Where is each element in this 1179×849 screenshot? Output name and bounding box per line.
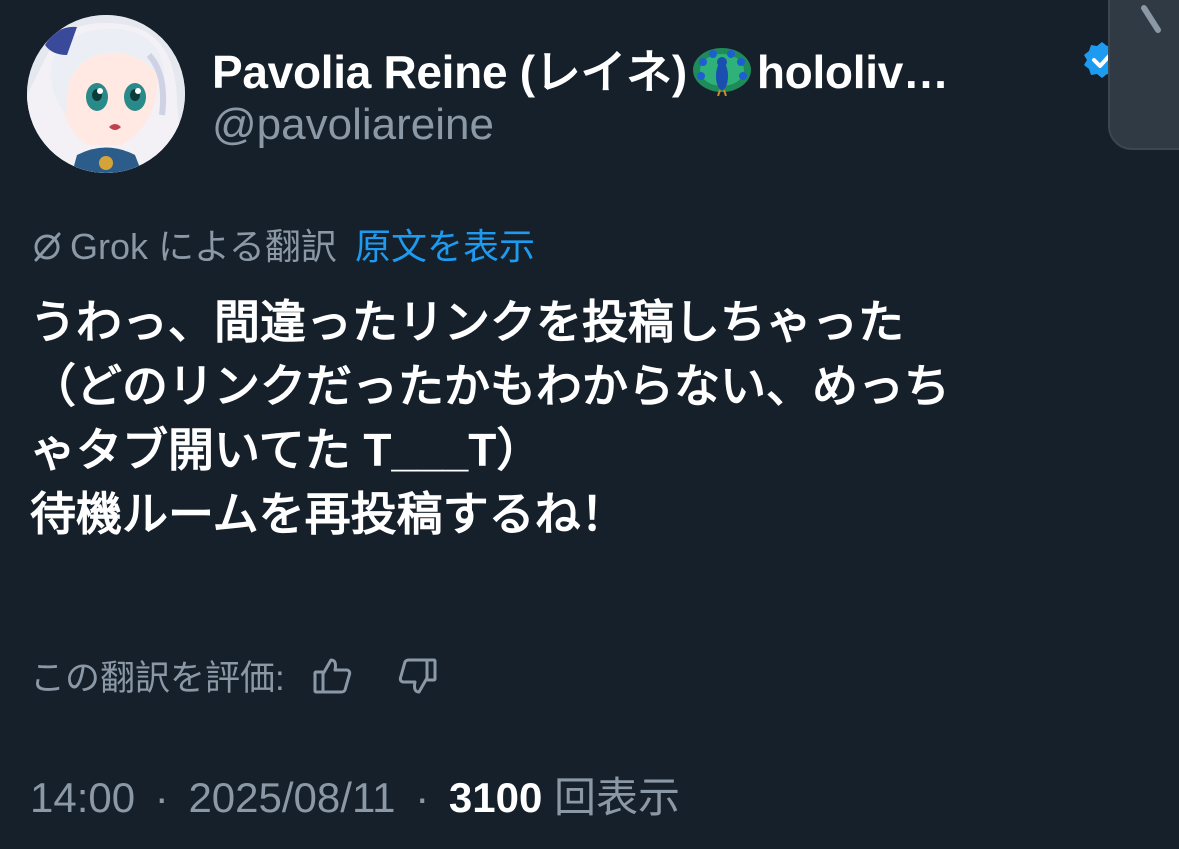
tweet-line: うわっ、間違ったリンクを投稿しちゃった (30, 296, 904, 348)
show-original-link[interactable]: 原文を表示 (355, 226, 535, 267)
grok-icon (34, 232, 61, 262)
rate-translation-row: この翻訳を評価: (30, 650, 439, 701)
rate-translation-label: この翻訳を評価: (30, 659, 285, 698)
tweet-date[interactable]: 2025/08/11 (188, 774, 395, 821)
separator-dot: · (415, 774, 430, 821)
avatar-illustration (27, 15, 185, 173)
user-handle[interactable]: @pavoliareine (212, 100, 494, 150)
display-name-suffix: hololiv… (756, 46, 949, 98)
peacock-icon (692, 48, 751, 96)
chevron-icon (1141, 5, 1161, 33)
avatar[interactable] (27, 15, 185, 173)
tweet-meta: 14:00 · 2025/08/11 · 3100 回表示 (30, 764, 680, 825)
thumbs-up-icon[interactable] (311, 654, 355, 698)
translation-row: Grok による翻訳 原文を表示 (30, 218, 535, 270)
views-label: 回表示 (554, 774, 681, 821)
tweet-text: うわっ、間違ったリンクを投稿しちゃった （どのリンクだったかもわからない、めっち… (30, 290, 1160, 546)
separator-dot: · (154, 774, 169, 821)
views-count: 3100 (448, 774, 543, 821)
tweet-time[interactable]: 14:00 (30, 774, 135, 821)
tweet-line: 待機ルームを再投稿するね！ (30, 488, 627, 540)
thumbs-down-icon[interactable] (395, 654, 439, 698)
translation-label: Grok による翻訳 (70, 226, 337, 267)
tweet-line: ゃタブ開いてた T___T） (30, 424, 543, 476)
display-name-prefix: Pavolia Reine (レイネ) (212, 46, 687, 98)
tweet-detail: Pavolia Reine (レイネ) hololiv… @pavoliarei… (0, 0, 1179, 849)
more-options-button[interactable] (1108, 0, 1179, 150)
display-name[interactable]: Pavolia Reine (レイネ) hololiv… (212, 36, 949, 102)
tweet-line: （どのリンクだったかもわからない、めっち (30, 360, 950, 412)
